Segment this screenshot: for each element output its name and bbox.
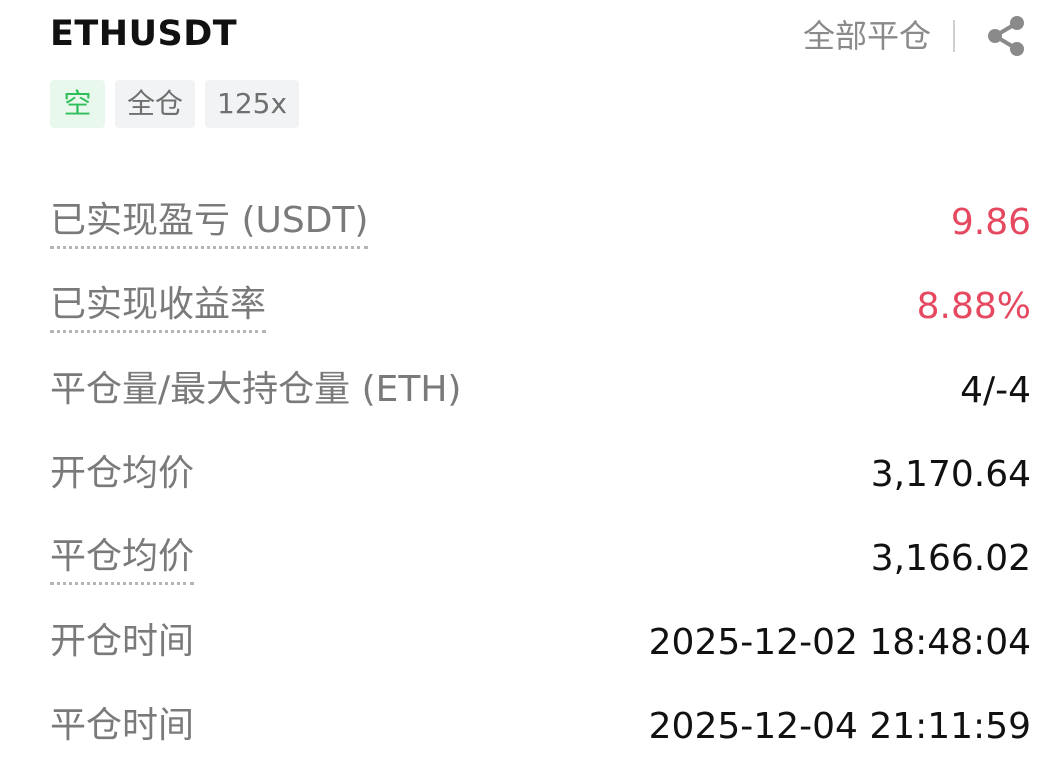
close-max-qty-row: 平仓量/最大持仓量 (ETH) 4/-4 [50, 349, 1031, 433]
header-actions: 全部平仓 [803, 12, 1031, 60]
open-avg-price-row: 开仓均价 3,170.64 [50, 433, 1031, 517]
open-time-row: 开仓时间 2025-12-02 18:48:04 [50, 601, 1031, 685]
close-avg-price-value: 3,166.02 [870, 538, 1031, 579]
realized-roi-row: 已实现收益率 8.88% [50, 265, 1031, 349]
realized-roi-label[interactable]: 已实现收益率 [50, 282, 267, 333]
close-all-button[interactable]: 全部平仓 [803, 12, 931, 60]
open-time-label: 开仓时间 [50, 621, 195, 662]
header-divider [953, 20, 955, 52]
close-max-qty-label: 平仓量/最大持仓量 (ETH) [50, 369, 462, 410]
open-time-value: 2025-12-02 18:48:04 [648, 622, 1031, 663]
card-header: ETHUSDT 全部平仓 [50, 0, 1031, 60]
details-list: 已实现盈亏 (USDT) 9.86 已实现收益率 8.88% 平仓量/最大持仓量… [50, 181, 1031, 758]
realized-pnl-value: 9.86 [950, 202, 1031, 243]
margin-mode-tag: 全仓 [115, 80, 196, 128]
close-time-value: 2025-12-04 21:11:59 [648, 706, 1031, 747]
realized-pnl-label[interactable]: 已实现盈亏 (USDT) [50, 198, 369, 249]
realized-roi-value: 8.88% [916, 286, 1031, 327]
close-time-label: 平仓时间 [50, 705, 195, 746]
symbol-title: ETHUSDT [50, 14, 238, 54]
close-avg-price-label[interactable]: 平仓均价 [50, 534, 195, 585]
close-time-row: 平仓时间 2025-12-04 21:11:59 [50, 685, 1031, 758]
share-icon[interactable] [981, 11, 1031, 61]
position-history-card: ETHUSDT 全部平仓 空 全仓 125x 已实现盈亏 (USDT) 9.86 [0, 0, 1059, 758]
side-tag: 空 [50, 80, 105, 128]
leverage-tag: 125x [205, 80, 300, 128]
realized-pnl-row: 已实现盈亏 (USDT) 9.86 [50, 181, 1031, 265]
position-tags: 空 全仓 125x [50, 80, 1031, 128]
close-max-qty-value: 4/-4 [960, 370, 1031, 411]
close-avg-price-row: 平仓均价 3,166.02 [50, 517, 1031, 601]
open-avg-price-label: 开仓均价 [50, 453, 195, 494]
open-avg-price-value: 3,170.64 [870, 454, 1031, 495]
share-icon-graphic [988, 16, 1024, 56]
